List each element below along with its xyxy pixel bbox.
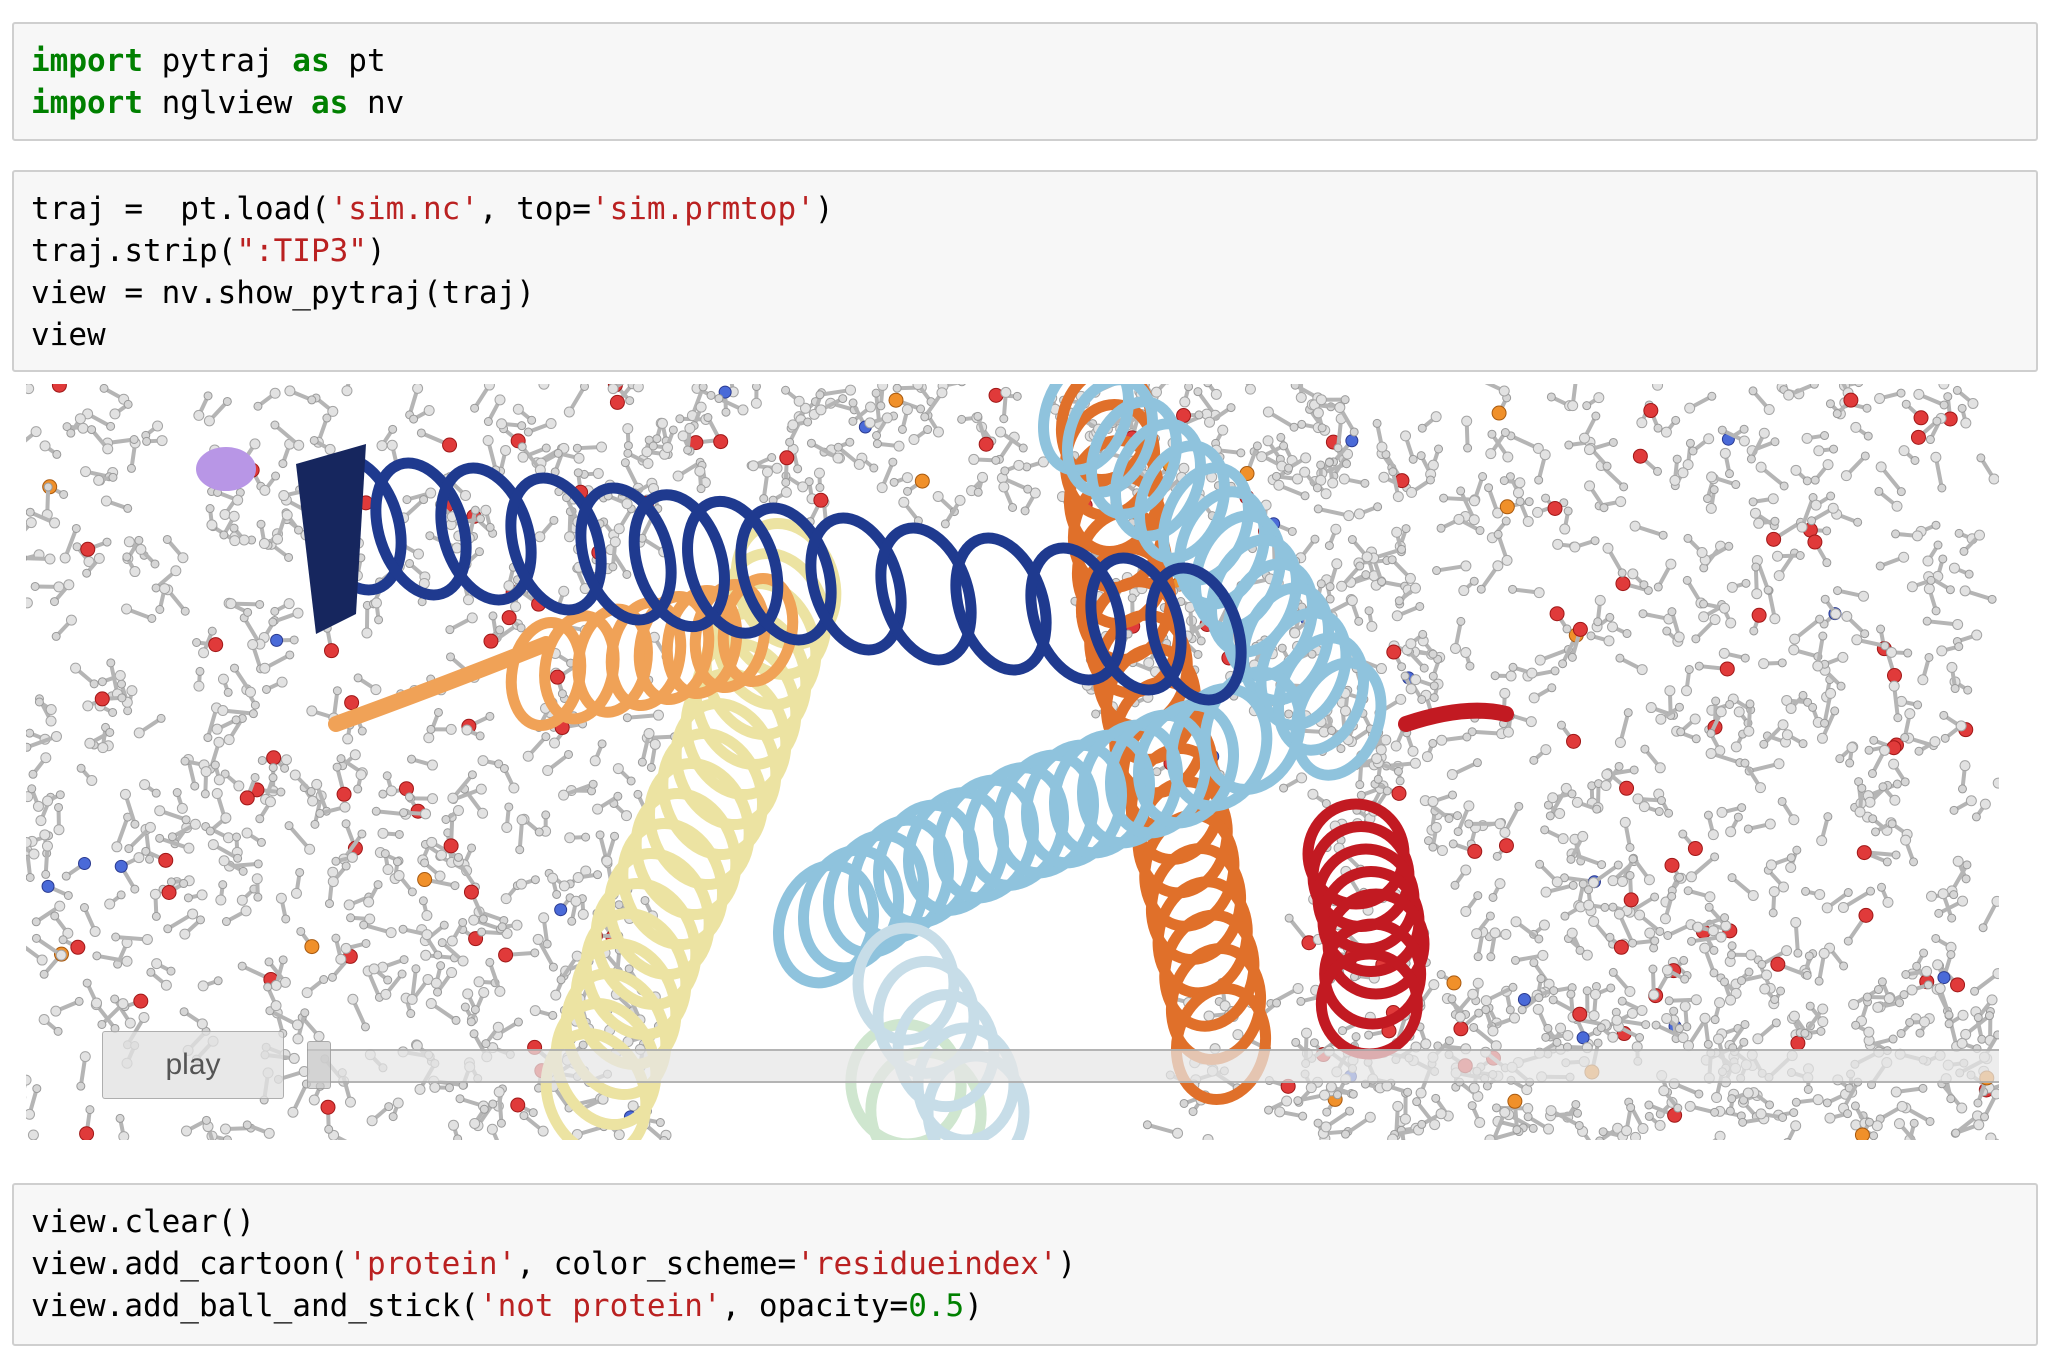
play-button[interactable]: play [102,1031,284,1099]
code-token: , color_scheme= [516,1246,797,1282]
red-coil [1398,702,1514,732]
code-token: ) [1057,1246,1077,1282]
code-editor[interactable]: import pytraj as pt import nglview as nv [31,40,2019,124]
code-token: pt [329,43,386,79]
code-token: traj = pt.load( [31,191,330,227]
code-token: view.add_cartoon( [31,1246,349,1282]
code-token: nv [348,85,405,121]
code-token: ) [964,1288,983,1324]
code-token: ) [814,191,834,227]
code-token: , opacity= [721,1288,909,1324]
navy-helix-end [296,444,366,634]
string-token: 'sim.nc' [329,191,479,227]
code-cell-representation[interactable]: view.clear() view.add_cartoon('protein',… [12,1183,2038,1346]
keyword-token: as [310,85,349,121]
code-token: view [31,317,106,353]
string-token: 'residueindex' [796,1246,1058,1282]
code-token: , top= [478,191,591,227]
trajectory-player: play [52,1025,1999,1103]
code-editor[interactable]: traj = pt.load('sim.nc', top='sim.prmtop… [31,188,2019,356]
code-token: ) [366,233,386,269]
code-token: view.add_ball_and_stick( [31,1288,479,1324]
string-token: 'protein' [348,1246,517,1282]
number-token: 0.5 [908,1288,965,1324]
code-token: nglview [142,85,311,121]
code-token: view = nv.show_pytraj(traj) [31,275,535,311]
code-token: pytraj [142,43,293,79]
keyword-token: import [31,85,143,121]
code-token: view.clear() [31,1204,255,1240]
string-token: ":TIP3" [236,233,367,269]
code-cell-imports[interactable]: import pytraj as pt import nglview as nv [12,22,2038,141]
string-token: 'sim.prmtop' [590,191,815,227]
ion-sphere [196,447,256,491]
code-editor[interactable]: view.clear() view.add_cartoon('protein',… [31,1201,2019,1327]
code-cell-load-trajectory[interactable]: traj = pt.load('sim.nc', top='sim.prmtop… [12,170,2038,372]
frame-slider[interactable] [307,1041,1999,1089]
keyword-token: as [292,43,330,79]
code-token: traj.strip( [31,233,237,269]
frame-slider-handle[interactable] [307,1041,331,1089]
keyword-token: import [31,43,143,79]
string-token: 'not protein' [478,1288,722,1324]
